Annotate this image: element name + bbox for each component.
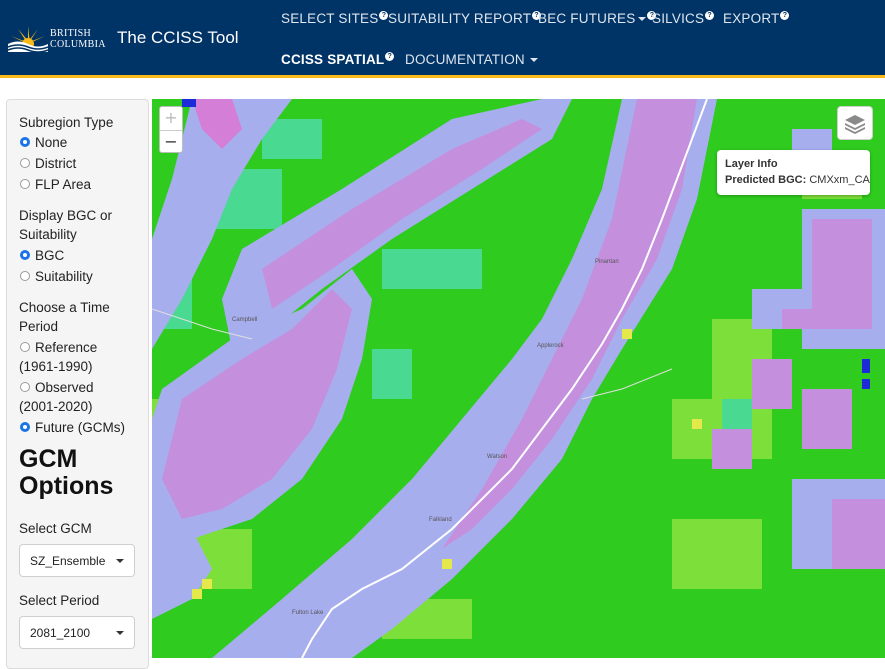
- layers-button[interactable]: [837, 106, 873, 140]
- radio-subregion-flp-area[interactable]: FLP Area: [19, 175, 91, 194]
- layer-info-title: Layer Info: [725, 158, 778, 170]
- label-line: Display BGC or: [19, 208, 113, 223]
- radio-label: None: [35, 135, 68, 150]
- radio-label: BGC: [35, 248, 65, 263]
- place-label: Fulton Lake: [292, 610, 324, 616]
- nav-select-sites[interactable]: SELECT SITES?: [281, 11, 389, 26]
- nav-label: SILVICS: [652, 11, 705, 26]
- radio-display-bgc[interactable]: BGC: [19, 246, 64, 265]
- radio-label: FLP Area: [35, 177, 92, 192]
- control-sidebar: Subregion Type None District FLP Area Di…: [6, 99, 149, 669]
- nav-suitability-report[interactable]: SUITABILITY REPORT?: [388, 11, 542, 26]
- radio-period-observed[interactable]: Observed: [19, 378, 94, 397]
- radio-empty-icon: [20, 382, 30, 392]
- nav-export[interactable]: EXPORT?: [723, 11, 790, 26]
- label-line: Period: [19, 319, 59, 334]
- layer-info-key: Predicted BGC:: [725, 174, 807, 186]
- nav-bec-futures[interactable]: BEC FUTURES?: [538, 11, 657, 26]
- radio-display-suitability[interactable]: Suitability: [19, 267, 93, 286]
- radio-selected-icon: [20, 137, 30, 147]
- radio-selected-icon: [20, 422, 30, 432]
- layer-info-row: Predicted BGC: CMXxm_CA: [725, 172, 870, 188]
- help-badge-icon[interactable]: ?: [705, 11, 715, 20]
- place-label: Applerock: [537, 343, 564, 349]
- chevron-down-icon: [638, 17, 647, 22]
- place-label: Falkland: [429, 517, 452, 523]
- chevron-down-icon: [529, 58, 538, 63]
- place-label: Campbell: [232, 317, 258, 323]
- radio-subregion-none[interactable]: None: [19, 133, 67, 152]
- gcm-options-heading: GCM Options: [19, 446, 113, 500]
- bc-logo[interactable]: BRITISH COLUMBIA: [6, 22, 105, 56]
- logo-text-line2: COLUMBIA: [50, 39, 106, 50]
- app-header: BRITISH COLUMBIA The CCISS Tool SELECT S…: [0, 0, 885, 78]
- zoom-control: + −: [159, 106, 183, 153]
- label-line: Suitability: [19, 227, 77, 242]
- heading-line: GCM: [19, 445, 78, 473]
- bgc-map[interactable]: Pinantan Applerock Watson Campbell Falkl…: [152, 99, 885, 658]
- heading-line: Options: [19, 472, 114, 500]
- nav-label: SUITABILITY REPORT: [388, 11, 532, 26]
- nav-label: BEC FUTURES: [538, 11, 636, 26]
- radio-label-sub: (2001-2020): [19, 399, 93, 414]
- select-value: 2081_2100: [30, 626, 91, 640]
- place-label: Pinantan: [595, 259, 619, 265]
- radio-label: District: [35, 156, 77, 171]
- nav-silvics[interactable]: SILVICS?: [652, 11, 715, 26]
- zoom-out-button[interactable]: −: [160, 131, 182, 154]
- logo-text-line1: BRITISH: [50, 28, 91, 39]
- app-title: The CCISS Tool: [117, 28, 239, 47]
- layer-info-popup: Layer Info Predicted BGC: CMXxm_CA: [717, 150, 870, 195]
- label-line: Choose a Time: [19, 300, 110, 315]
- radio-empty-icon: [20, 158, 30, 168]
- subregion-type-label: Subregion Type: [19, 115, 114, 130]
- radio-label-sub: (1961-1990): [19, 359, 93, 374]
- radio-empty-icon: [20, 342, 30, 352]
- display-bgc-label: Display BGC or Suitability: [19, 206, 112, 244]
- radio-empty-icon: [20, 271, 30, 281]
- bc-sun-logo-icon: [7, 26, 49, 53]
- select-value: SZ_Ensemble: [30, 554, 106, 568]
- select-gcm-label: Select GCM: [19, 521, 92, 536]
- zoom-in-button[interactable]: +: [160, 107, 182, 131]
- radio-selected-icon: [20, 250, 30, 260]
- time-period-label: Choose a Time Period: [19, 298, 110, 336]
- radio-period-future[interactable]: Future (GCMs): [19, 418, 125, 437]
- help-badge-icon[interactable]: ?: [385, 52, 395, 61]
- nav-label: EXPORT: [723, 11, 780, 26]
- radio-empty-icon: [20, 179, 30, 189]
- nav-documentation[interactable]: DOCUMENTATION: [405, 52, 538, 67]
- help-badge-icon[interactable]: ?: [780, 11, 790, 20]
- nav-cciss-spatial[interactable]: CCISS SPATIAL?: [281, 52, 395, 67]
- logo-wordmark: BRITISH COLUMBIA: [50, 28, 106, 50]
- radio-label: Suitability: [35, 269, 93, 284]
- nav-label: SELECT SITES: [281, 11, 379, 26]
- place-label: Watson: [487, 454, 508, 460]
- chevron-down-icon: [116, 559, 124, 563]
- layer-info-value: CMXxm_CA: [809, 174, 870, 186]
- select-period-label: Select Period: [19, 593, 100, 608]
- nav-label: DOCUMENTATION: [405, 52, 525, 67]
- radio-label: Reference: [35, 340, 98, 355]
- nav-label: CCISS SPATIAL: [281, 52, 385, 67]
- radio-subregion-district[interactable]: District: [19, 154, 76, 173]
- chevron-down-icon: [116, 631, 124, 635]
- select-period-dropdown[interactable]: 2081_2100: [19, 616, 135, 649]
- radio-label: Observed: [35, 380, 94, 395]
- radio-period-reference[interactable]: Reference: [19, 338, 97, 357]
- layers-icon: [845, 115, 865, 134]
- select-gcm-dropdown[interactable]: SZ_Ensemble: [19, 544, 135, 577]
- radio-label: Future (GCMs): [35, 420, 126, 435]
